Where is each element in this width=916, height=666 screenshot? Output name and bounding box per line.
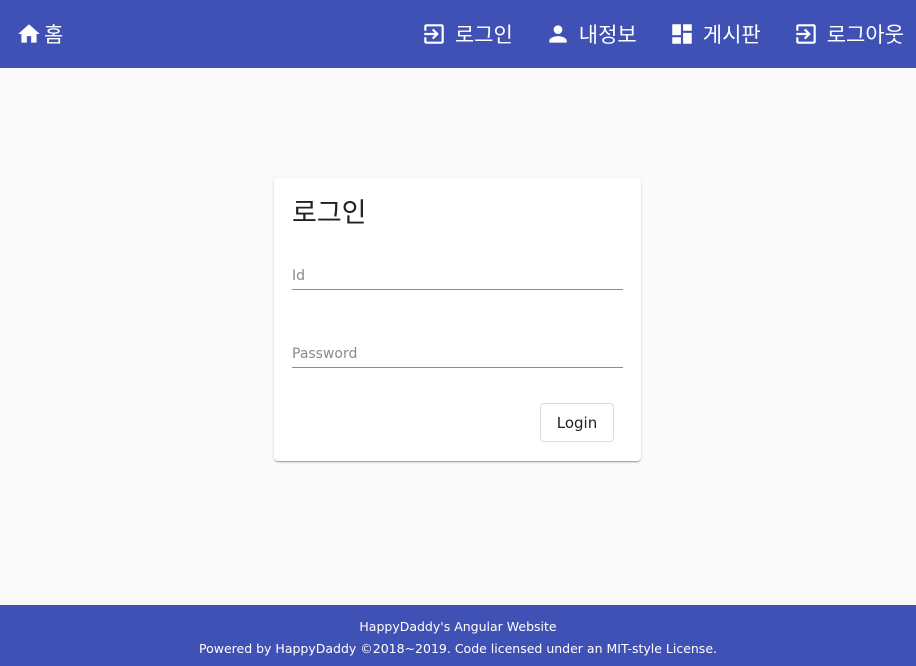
page-footer: HappyDaddy's Angular Website Powered by … bbox=[0, 605, 916, 666]
login-card: 로그인 Login bbox=[274, 178, 641, 461]
top-toolbar: 홈 로그인 내정보 게시판 로그아웃 bbox=[0, 0, 916, 68]
login-icon bbox=[421, 21, 447, 47]
nav-logout-link[interactable]: 로그아웃 bbox=[793, 19, 904, 49]
login-card-title: 로그인 bbox=[292, 198, 367, 229]
person-icon bbox=[545, 21, 571, 47]
nav-login-link[interactable]: 로그인 bbox=[421, 19, 513, 49]
nav-logout-label: 로그아웃 bbox=[826, 23, 904, 47]
nav-board-label: 게시판 bbox=[702, 23, 761, 47]
nav-login-label: 로그인 bbox=[454, 23, 513, 47]
main-nav: 로그인 내정보 게시판 로그아웃 bbox=[421, 19, 904, 49]
nav-home-link[interactable]: 홈 bbox=[16, 19, 63, 49]
nav-board-link[interactable]: 게시판 bbox=[669, 19, 761, 49]
id-field-container bbox=[292, 264, 623, 342]
nav-home-label: 홈 bbox=[44, 23, 64, 47]
id-input[interactable] bbox=[292, 264, 623, 290]
password-input[interactable] bbox=[292, 342, 623, 368]
nav-myinfo-label: 내정보 bbox=[578, 23, 637, 47]
footer-site-name: HappyDaddy's Angular Website bbox=[359, 619, 557, 634]
dashboard-icon bbox=[669, 21, 695, 47]
nav-myinfo-link[interactable]: 내정보 bbox=[545, 19, 637, 49]
home-icon bbox=[16, 21, 42, 47]
login-actions: Login bbox=[540, 403, 614, 442]
footer-copyright: Powered by HappyDaddy ©2018~2019. Code l… bbox=[199, 641, 717, 656]
logout-icon bbox=[793, 21, 819, 47]
login-button[interactable]: Login bbox=[540, 403, 614, 442]
